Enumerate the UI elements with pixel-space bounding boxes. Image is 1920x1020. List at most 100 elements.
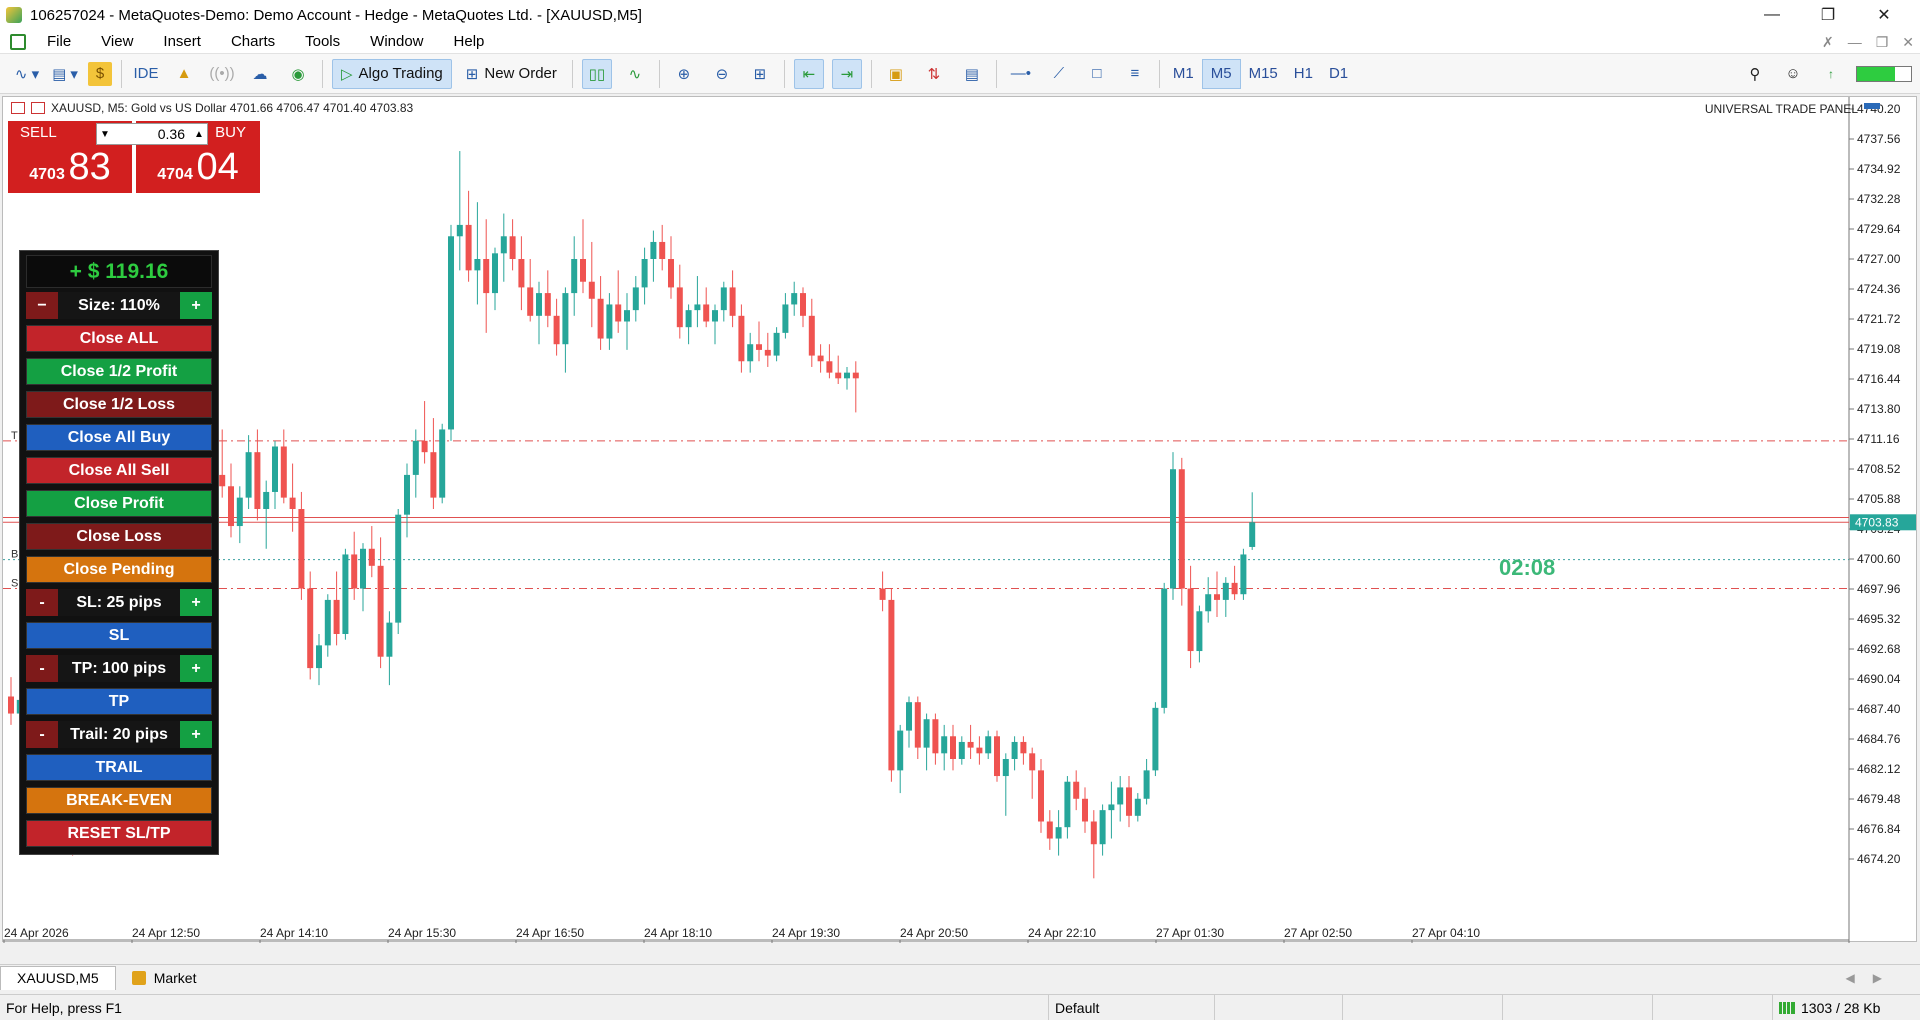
template-dropdown-icon[interactable]: ▤ ▾ (50, 59, 80, 89)
close-loss-button[interactable]: Close Loss (26, 523, 212, 550)
fibonacci-icon[interactable]: ≡ (1120, 59, 1150, 89)
size-decrease-button[interactable]: − (26, 292, 58, 319)
line-chart-dropdown-icon[interactable]: ∿ ▾ (12, 59, 42, 89)
pin-icon[interactable]: ✗ (1822, 34, 1834, 51)
restore-button[interactable]: ❐ (1800, 0, 1856, 30)
trail-increase-button[interactable]: + (180, 721, 212, 748)
close-half-loss-button[interactable]: Close 1/2 Loss (26, 391, 212, 418)
templates-icon[interactable]: ▤ (957, 59, 987, 89)
menu-help[interactable]: Help (439, 33, 500, 50)
timeframe-h1[interactable]: H1 (1286, 59, 1321, 89)
timeframe-m15[interactable]: M15 (1241, 59, 1286, 89)
timeframe-m5[interactable]: M5 (1201, 58, 1241, 89)
close-half-profit-button[interactable]: Close 1/2 Profit (26, 358, 212, 385)
folder-icon[interactable]: ▣ (881, 59, 911, 89)
lot-size-value[interactable]: 0.36 (113, 126, 191, 142)
price-tick-label: 4716.44 (1857, 372, 1901, 386)
trendline-icon[interactable]: ⟋ (1044, 59, 1074, 89)
mdi-close-icon[interactable]: ✕ (1902, 34, 1914, 51)
auto-scroll-icon[interactable]: ⇤ (793, 58, 824, 89)
account-icon[interactable]: ☺ (1778, 59, 1808, 89)
lot-increase-icon[interactable]: ▲ (191, 129, 207, 140)
bullish-candle (448, 236, 454, 430)
set-tp-button[interactable]: TP (26, 688, 212, 715)
bearish-candle (826, 361, 833, 373)
trail-button[interactable]: TRAIL (26, 754, 212, 781)
break-even-button[interactable]: BREAK-EVEN (26, 787, 212, 814)
chart-shift-icon[interactable]: ⇥ (831, 58, 862, 89)
close-half-loss-row: Close 1/2 Loss (26, 391, 212, 418)
menu-window[interactable]: Window (355, 33, 438, 50)
lvl-icon[interactable]: ↑ (1816, 59, 1846, 89)
close-all-buy-button[interactable]: Close All Buy (26, 424, 212, 451)
chart-menu-icon[interactable] (11, 102, 25, 114)
trail-decrease-button[interactable]: - (26, 721, 58, 748)
menu-tools[interactable]: Tools (290, 33, 355, 50)
menu-charts[interactable]: Charts (216, 33, 290, 50)
zoom-in-icon[interactable]: ⊕ (669, 59, 699, 89)
menu-view[interactable]: View (86, 33, 148, 50)
timeframe-m1[interactable]: M1 (1165, 59, 1202, 89)
time-tick-label: 24 Apr 12:50 (132, 926, 200, 940)
sell-price-pips: 83 (68, 146, 111, 188)
crosshair-icon[interactable]: —• (1006, 59, 1036, 89)
mdi-restore-icon[interactable]: ❐ (1876, 34, 1889, 51)
vps-globe-icon[interactable]: ◉ (283, 59, 313, 89)
ide-button[interactable]: IDE (131, 59, 161, 89)
tile-windows-icon[interactable]: ⊞ (745, 59, 775, 89)
sl-decrease-button[interactable]: - (26, 589, 58, 616)
menu-insert[interactable]: Insert (148, 33, 216, 50)
tp-decrease-button[interactable]: - (26, 655, 58, 682)
timeframe-d1[interactable]: D1 (1321, 59, 1356, 89)
current-price-label: 4703.83 (1855, 515, 1899, 529)
minimize-button[interactable]: — (1744, 0, 1800, 30)
toolbar-separator (995, 59, 997, 88)
tab-market[interactable]: Market (116, 966, 213, 990)
sl-stepper: - SL: 25 pips + (26, 589, 212, 616)
indicators-icon[interactable]: ⇅ (919, 59, 949, 89)
bearish-candle (1038, 770, 1044, 822)
shopping-bag-icon[interactable]: ▲ (169, 59, 199, 89)
close-all-sell-button[interactable]: Close All Sell (26, 457, 212, 484)
bullish-candle (694, 304, 701, 311)
size-increase-button[interactable]: + (180, 292, 212, 319)
close-button[interactable]: ✕ (1856, 0, 1912, 30)
bar-chart-icon[interactable]: ▯▯ (581, 58, 612, 89)
status-cell-empty-4 (1652, 995, 1772, 1020)
trail-stepper: - Trail: 20 pips + (26, 721, 212, 748)
cloud-icon[interactable]: ☁ (245, 59, 275, 89)
close-profit-button[interactable]: Close Profit (26, 490, 212, 517)
new-order-button[interactable]: ⊞ New Order (460, 59, 563, 89)
price-tick-label: 4729.64 (1857, 222, 1901, 236)
close-all-button[interactable]: Close ALL (26, 325, 212, 352)
close-pending-button[interactable]: Close Pending (26, 556, 212, 583)
menu-file[interactable]: File (32, 33, 86, 50)
lot-size-field[interactable]: ▼ 0.36 ▲ (96, 123, 208, 145)
chart-window-icon (10, 33, 26, 50)
bullish-candle (747, 344, 754, 362)
time-tick-label: 24 Apr 15:30 (388, 926, 456, 940)
tab-xauusd-m5[interactable]: XAUUSD,M5 (0, 965, 116, 990)
algo-trading-button[interactable]: ▷ Algo Trading (332, 58, 452, 89)
price-chart[interactable]: 4740.204737.564734.924732.284729.644727.… (3, 97, 1918, 943)
search-icon[interactable]: ⚲ (1740, 59, 1770, 89)
candlestick-icon[interactable]: ∿ (620, 59, 650, 89)
sl-increase-button[interactable]: + (180, 589, 212, 616)
mdi-minimize-icon[interactable]: — (1848, 34, 1862, 50)
market-tab-label: Market (153, 969, 197, 986)
bearish-candle (588, 281, 595, 299)
lot-decrease-icon[interactable]: ▼ (97, 129, 113, 140)
toolbar-separator (783, 59, 785, 88)
chart-window[interactable]: 4740.20 4737.56 4734.92 4732.28 4729.64 4727.… (2, 96, 1918, 943)
dollar-icon[interactable]: $ (88, 61, 112, 86)
set-sl-button[interactable]: SL (26, 622, 212, 649)
tab-scroll-arrows[interactable]: ◀▶ (1846, 971, 1900, 985)
one-click-trading-icon[interactable] (31, 102, 45, 114)
rectangle-icon[interactable]: □ (1082, 59, 1112, 89)
reset-sl-tp-button[interactable]: RESET SL/TP (26, 820, 212, 847)
bullish-candle (685, 310, 692, 328)
chart-tabs: XAUUSD,M5 Market ◀▶ (0, 964, 1920, 990)
zoom-out-icon[interactable]: ⊖ (707, 59, 737, 89)
signal-broadcast-icon[interactable]: ((•)) (207, 59, 237, 89)
tp-increase-button[interactable]: + (180, 655, 212, 682)
